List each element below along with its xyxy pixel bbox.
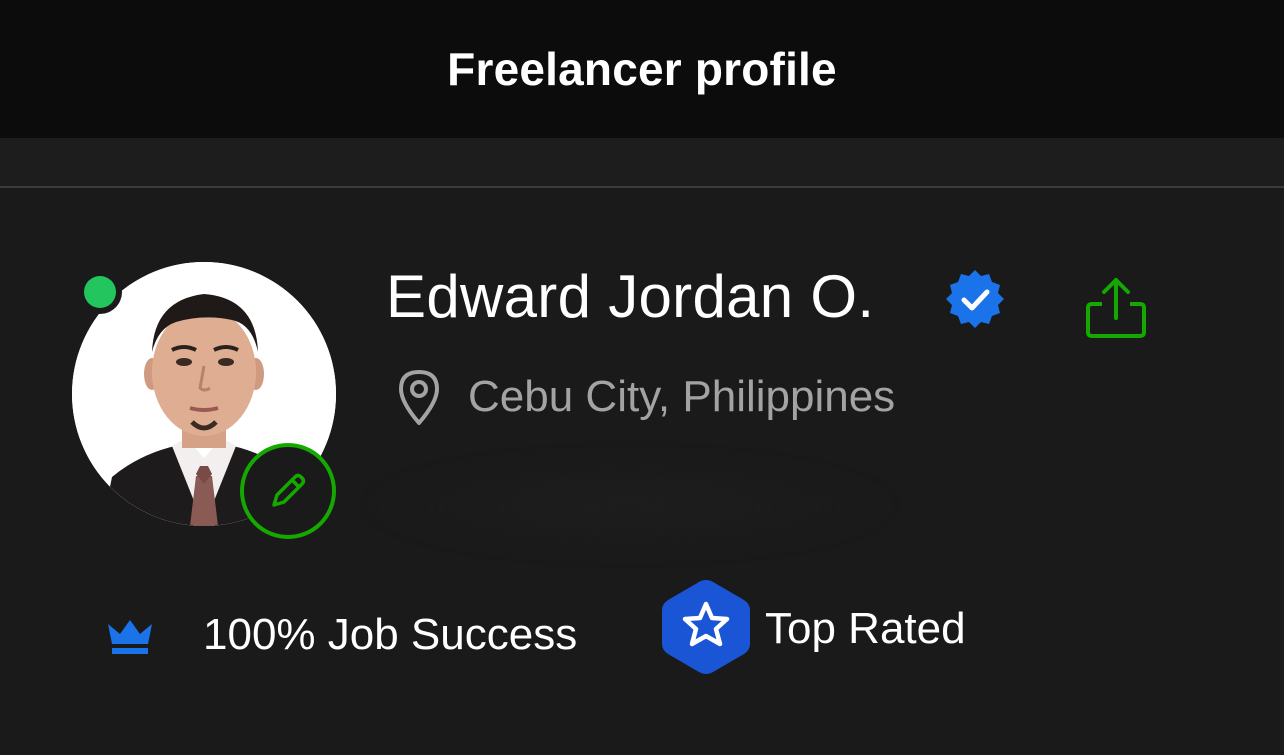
share-icon[interactable] <box>1082 274 1150 342</box>
freelancer-name: Edward Jordan O. <box>386 263 875 330</box>
online-status-indicator <box>78 270 122 314</box>
pencil-icon <box>272 473 306 507</box>
online-status-dot <box>84 276 116 308</box>
header-spacer <box>0 138 1284 186</box>
top-rated-label: Top Rated <box>765 604 966 653</box>
badge-row: 100% Job Success Top Rated <box>0 578 1284 688</box>
edit-photo-button[interactable] <box>240 443 336 539</box>
obscured-area <box>360 450 900 560</box>
top-rated-badge-icon <box>662 580 750 674</box>
crown-icon <box>108 620 152 654</box>
freelancer-profile-screen: Freelancer profile Edward Jordan O. Cebu… <box>0 0 1284 755</box>
page-title: Freelancer profile <box>447 43 837 95</box>
location: Cebu City, Philippines <box>468 372 896 421</box>
nav-bar: Freelancer profile <box>0 0 1284 138</box>
divider <box>0 186 1284 188</box>
job-success-label: 100% Job Success <box>203 610 578 659</box>
verified-badge-icon <box>946 270 1004 328</box>
location-pin-icon <box>399 370 439 425</box>
